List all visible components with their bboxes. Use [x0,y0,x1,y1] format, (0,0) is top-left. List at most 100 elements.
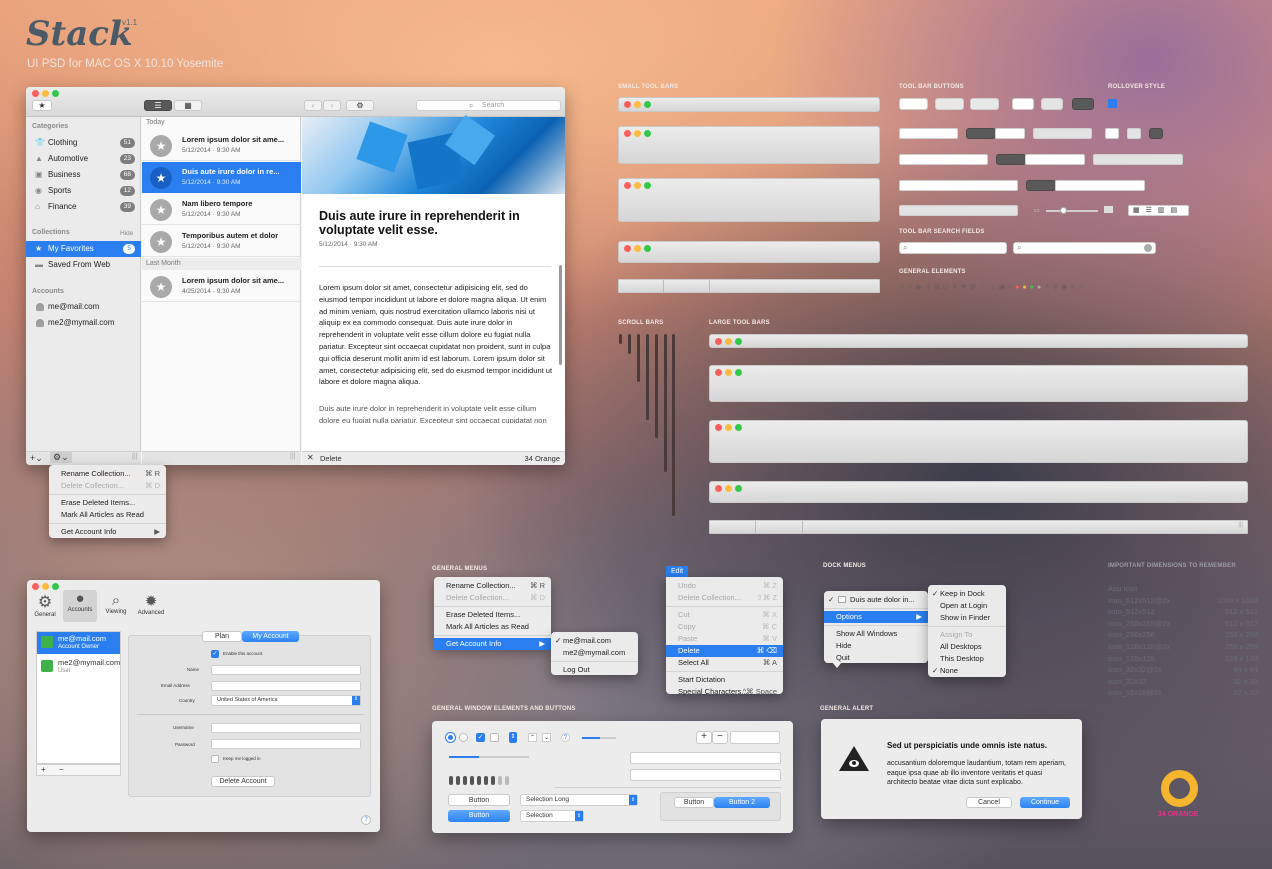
tb-popup-1[interactable] [899,98,928,110]
menu-item-erase[interactable]: Erase Deleted Items... [434,609,551,621]
tb-seg-b[interactable] [966,128,996,139]
checkbox-off[interactable] [490,733,499,742]
plus-button[interactable]: + [696,731,712,744]
keep-logged-checkbox[interactable] [211,755,219,763]
tb-seg-a[interactable] [899,128,958,139]
password-field[interactable] [211,739,361,749]
delete-account-button[interactable]: Delete Account [211,776,275,787]
tb-seg-h[interactable] [1026,180,1056,191]
menu-item-mark-read[interactable]: Mark All Articles as Read [49,509,166,521]
dock-assign-none[interactable]: ✓ None [928,665,1006,677]
help-icon[interactable]: ? [361,815,371,825]
radio-off[interactable] [459,733,468,742]
push-button[interactable]: Button [448,794,510,806]
tb-button-3[interactable] [1072,98,1094,110]
account-row[interactable]: me2@mymail.com User [37,656,120,678]
scrollbar-1[interactable] [619,334,622,344]
zoom-dot[interactable] [52,583,59,590]
sidebar-item-business[interactable]: ▣ Business 68 [26,167,141,183]
username-field[interactable] [211,723,361,733]
tb-seg-d[interactable] [899,154,988,165]
menu-item-mark-read[interactable]: Mark All Articles as Read [434,621,551,633]
cancel-button[interactable]: Cancel [966,797,1012,808]
enable-checkbox[interactable]: ✓ [211,650,219,658]
push-button-default[interactable]: Button [448,810,510,822]
tb-popup-2[interactable] [935,98,964,110]
view-switcher[interactable]: ▦☰▥▤ [1128,205,1189,216]
text-field-2[interactable] [630,769,781,781]
scrollbar-5[interactable] [655,334,658,438]
dock-item-options[interactable]: Options ▶ [824,611,928,623]
disclosure-icon[interactable]: ⌃ [528,733,537,742]
seg-my-account[interactable]: My Account [242,631,299,642]
list-view-button[interactable]: ☰ [144,100,172,111]
zoom-slider[interactable] [1046,207,1098,214]
message-row[interactable]: ★ Lorem ipsum dolor sit ame... 4/25/2014 ·… [142,271,301,302]
tab-general[interactable]: ⚙ General [31,592,59,618]
forward-button[interactable]: › [323,100,341,111]
sidebar-item-account-2[interactable]: me2@mymail.com [26,315,141,331]
menu-item-redo[interactable]: Delete Collection... ⇧⌘ Z [666,592,783,604]
sidebar-item-saved-from-web[interactable]: ▬ Saved From Web [26,257,141,273]
sidebar-item-finance[interactable]: ⌂ Finance 39 [26,199,141,215]
sidebar-item-my-favorites[interactable]: ★ My Favorites 5 [26,241,141,257]
tab-accounts[interactable]: ● Accounts [63,590,97,622]
grid-view-button[interactable]: ▦ [174,100,202,111]
dock-option-open-login[interactable]: Open at Login [928,600,1006,612]
dock-item-hide[interactable]: Hide [824,640,928,652]
message-row[interactable]: ★ Lorem ipsum dolor sit ame... 5/12/2014 ·… [142,130,301,161]
tb-small-3[interactable] [1149,128,1163,139]
help-icon[interactable]: ? [561,733,570,742]
submenu-item-account-2[interactable]: me2@mymail.com [551,647,638,659]
tb-button-1[interactable] [1012,98,1034,110]
tb-seg-g[interactable] [899,180,1018,191]
back-button[interactable]: ‹ [304,100,322,111]
sidebar-item-automotive[interactable]: ▲ Automotive 23 [26,151,141,167]
zoom-dot[interactable] [52,90,59,97]
settings-button[interactable]: ⚙ [346,100,374,111]
menu-item-rename[interactable]: Rename Collection... ⌘ R [434,580,551,592]
menu-item-copy[interactable]: Copy ⌘ C [666,621,783,633]
star-button[interactable]: ★ [32,100,52,111]
scrollbar-7[interactable] [672,334,675,516]
scrollbar-3[interactable] [637,334,640,382]
resize-handle-icon[interactable]: ||| [290,453,295,460]
menu-item-delete[interactable]: Delete ⌘ ⌫ [666,645,783,657]
sidebar-item-account-1[interactable]: me@mail.com [26,299,141,315]
menu-item-cut[interactable]: Cut ⌘ X [666,609,783,621]
ticked-slider[interactable] [449,756,529,758]
menu-item-undo[interactable]: Undo ⌘ Z [666,580,783,592]
tb-seg-i[interactable] [899,205,1018,216]
stepper-icon[interactable]: ⇕ [509,732,517,743]
tb-popup-3[interactable] [970,98,999,110]
scrollbar[interactable] [559,265,562,365]
checkbox-on[interactable]: ✓ [476,733,485,742]
gear-icon[interactable]: ⚙⌄ [50,452,72,463]
menu-item-delete-collection[interactable]: Delete Collection... ⌘ D [49,480,166,492]
slider[interactable] [582,737,616,739]
text-field-1[interactable] [630,752,781,764]
tb-small-2[interactable] [1127,128,1141,139]
dock-item-show-all[interactable]: Show All Windows [824,628,928,640]
scrollbar-6[interactable] [664,334,667,472]
close-dot[interactable] [32,583,39,590]
tb-seg-e2[interactable] [1025,154,1085,165]
tb-seg-c[interactable] [1033,128,1092,139]
dock-assign-this[interactable]: This Desktop [928,653,1006,665]
sidebar-item-sports[interactable]: ◉ Sports 12 [26,183,141,199]
minus-button[interactable]: − [712,731,728,744]
tb-seg-e[interactable] [996,154,1026,165]
close-dot[interactable] [32,90,39,97]
selection-long-popup[interactable]: Selection Long ⇕ [520,794,638,806]
tb-small-1[interactable] [1105,128,1119,139]
remove-button[interactable]: − [59,765,64,774]
radio-on[interactable] [446,733,455,742]
tb-seg-b2[interactable] [995,128,1025,139]
tab-advanced[interactable]: ✹ Advanced [135,592,167,616]
message-row[interactable]: ★ Temporibus autem et dolor 5/12/2014 · 9:… [142,226,301,257]
text-field-small[interactable] [730,731,780,744]
resize-handle-icon[interactable]: ||| [132,453,137,460]
menu-item-account-info[interactable]: Get Account Info ▶ [49,526,166,538]
submenu-item-account-1[interactable]: ✓ me@mail.com [551,635,638,647]
seg-button-2[interactable]: Button 2 [714,797,770,808]
